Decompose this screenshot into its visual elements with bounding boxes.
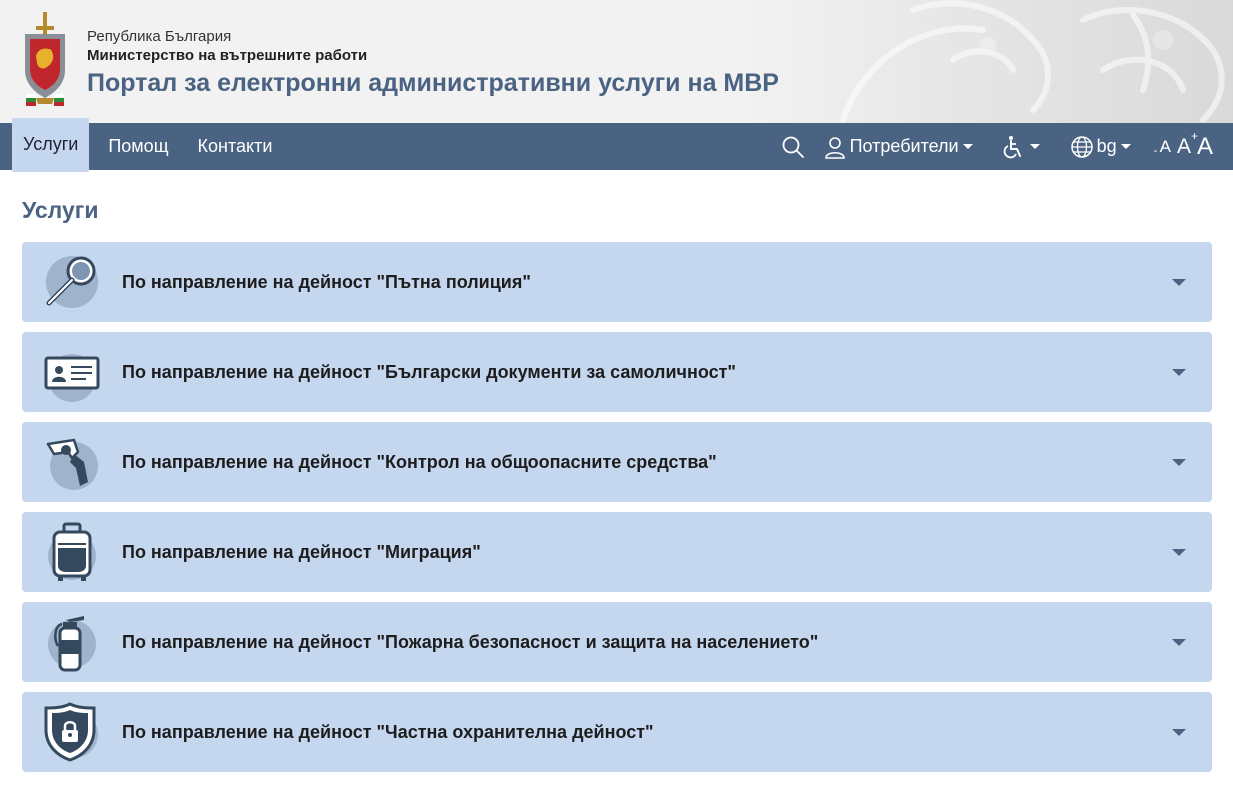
accordion-label: По направление на дейност "Миграция": [122, 541, 481, 562]
accordion-dangerous-means[interactable]: По направление на дейност "Контрол на об…: [22, 422, 1212, 502]
accessibility-icon: [1003, 135, 1021, 158]
accordion-migration[interactable]: По направление на дейност "Миграция": [22, 512, 1212, 592]
accordion-label: По направление на дейност "Пожарна безоп…: [122, 631, 819, 652]
chevron-down-icon: [1172, 549, 1186, 556]
font-size-controls: A- A A +: [1154, 129, 1213, 161]
user-icon: [824, 136, 845, 159]
nav-controls: Потребители bg A- A A +: [781, 123, 1213, 170]
search-icon: [782, 136, 804, 158]
accessibility-dropdown[interactable]: [1002, 135, 1040, 159]
chevron-down-icon: [1172, 729, 1186, 736]
accordion-id-documents[interactable]: По направление на дейност "Български док…: [22, 332, 1212, 412]
users-label: Потребители: [849, 136, 959, 156]
accordion-label: По направление на дейност "Български док…: [122, 361, 736, 382]
id-card-icon: [44, 354, 100, 402]
font-normal-icon[interactable]: A: [1177, 135, 1191, 159]
nav-item-services[interactable]: Услуги: [12, 117, 90, 172]
nav-item-contacts[interactable]: Контакти: [188, 123, 283, 170]
font-increase-icon[interactable]: A +: [1191, 129, 1213, 161]
portal-title[interactable]: Портал за електронни административни усл…: [87, 68, 779, 98]
font-decrease-icon[interactable]: A-: [1154, 137, 1171, 157]
country-name: Република България: [87, 28, 232, 45]
chevron-down-icon: [962, 144, 973, 149]
language-dropdown[interactable]: bg: [1070, 135, 1131, 159]
magnifier-icon: [46, 256, 98, 308]
language-label: bg: [1096, 136, 1117, 156]
search-button[interactable]: [781, 135, 805, 159]
chevron-down-icon: [1172, 459, 1186, 466]
chevron-down-icon: [1172, 639, 1186, 646]
header-text: Република България Министерство на вътре…: [87, 27, 779, 98]
main-nav: Услуги Помощ Контакти Потребители bg A -…: [0, 117, 1233, 172]
accordion-label: По направление на дейност "Пътна полиция…: [122, 271, 531, 292]
ministry-name: Министерство на вътрешните работи: [87, 47, 368, 64]
site-header: Република България Министерство на вътре…: [0, 0, 1233, 123]
globe-icon: [1070, 135, 1093, 158]
coat-of-arms-logo: [25, 12, 65, 106]
revolver-icon: [46, 438, 98, 490]
users-dropdown[interactable]: Потребители: [823, 135, 973, 159]
suitcase-icon: [48, 522, 96, 581]
main-content: Услуги По направление на дейност "Пътна …: [0, 196, 1233, 772]
nav-item-help[interactable]: Помощ: [98, 123, 178, 170]
accordion-fire-safety[interactable]: По направление на дейност "Пожарна безоп…: [22, 602, 1212, 682]
page-title: Услуги: [22, 197, 99, 223]
chevron-down-icon: [1172, 369, 1186, 376]
accordion-label: По направление на дейност "Контрол на об…: [122, 451, 717, 472]
accordion-traffic-police[interactable]: По направление на дейност "Пътна полиция…: [22, 242, 1212, 322]
chevron-down-icon: [1172, 279, 1186, 286]
chevron-down-icon: [1120, 144, 1131, 149]
lion-watermark-icon: [840, 0, 1225, 123]
accordion-label: По направление на дейност "Частна охрани…: [122, 721, 654, 742]
shield-lock-icon: [44, 702, 98, 762]
fire-extinguisher-icon: [48, 616, 96, 672]
chevron-down-icon: [1029, 144, 1040, 149]
accordion-private-security[interactable]: По направление на дейност "Частна охрани…: [22, 692, 1212, 772]
